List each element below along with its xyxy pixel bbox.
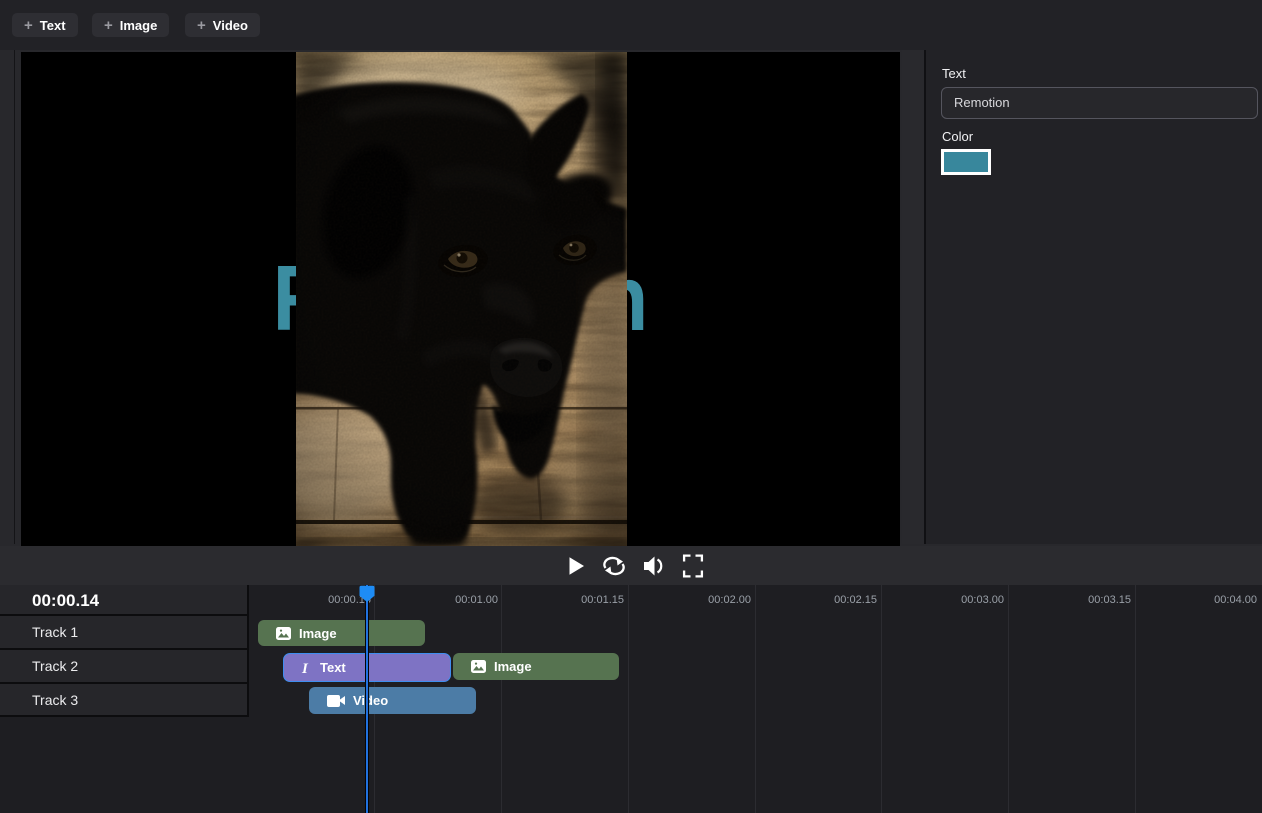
svg-text:I: I [301,661,309,675]
